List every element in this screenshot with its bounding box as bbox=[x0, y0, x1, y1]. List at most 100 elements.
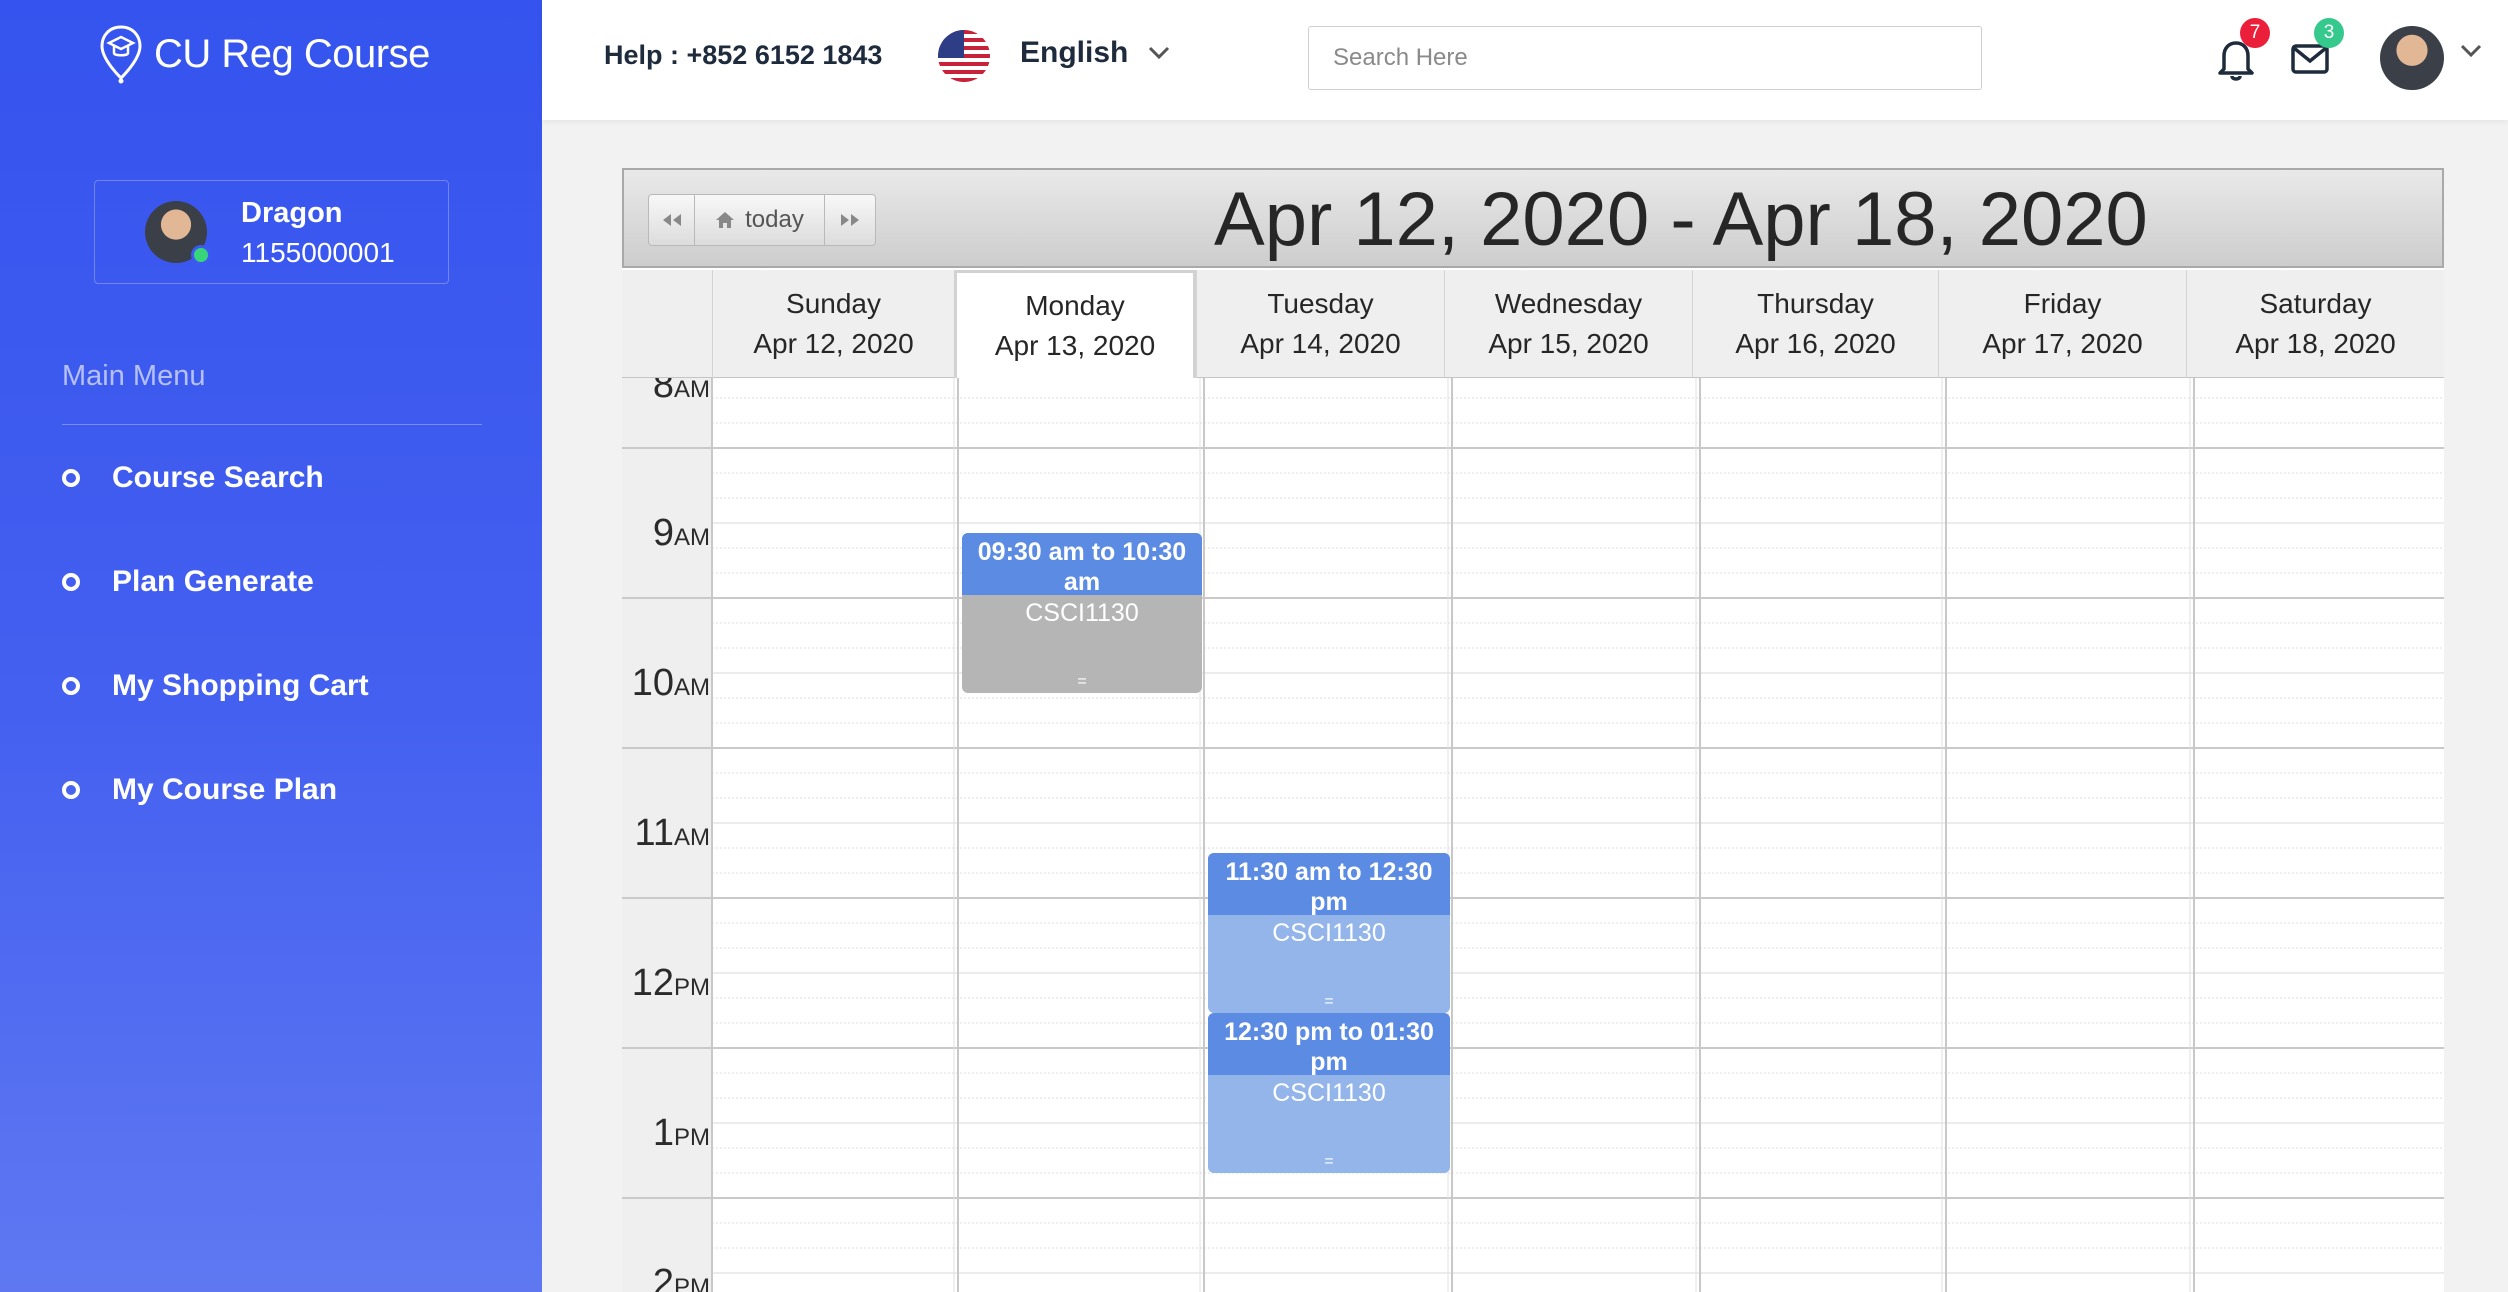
day-header-row: Sunday Apr 12, 2020 Monday Apr 13, 2020 … bbox=[622, 270, 2444, 378]
hour-number: 8 bbox=[652, 378, 674, 406]
notifications-button[interactable]: 7 bbox=[2214, 18, 2270, 82]
main-menu-title: Main Menu bbox=[62, 360, 206, 392]
circle-bullet-icon bbox=[62, 469, 80, 487]
today-label: today bbox=[745, 206, 804, 233]
calendar-toolbar: today Apr 12, 2020 - Apr 18, 2020 bbox=[622, 168, 2444, 268]
sidebar-item-my-shopping-cart[interactable]: My Shopping Cart bbox=[62, 656, 369, 716]
user-card[interactable]: Dragon 1155000001 bbox=[94, 180, 449, 284]
day-name: Friday bbox=[2023, 288, 2102, 319]
sidebar-item-label: My Shopping Cart bbox=[112, 669, 369, 702]
brand-name: CU Reg Course bbox=[154, 31, 430, 76]
graduation-pin-icon bbox=[100, 25, 142, 84]
hour-suffix: AM bbox=[674, 378, 710, 403]
hour-label-10am: 10AM bbox=[628, 662, 710, 705]
search-input[interactable] bbox=[1308, 26, 1982, 90]
chevron-down-icon bbox=[1149, 46, 1170, 60]
user-avatar bbox=[145, 201, 211, 265]
circle-bullet-icon bbox=[62, 781, 80, 799]
sidebar-item-course-search[interactable]: Course Search bbox=[62, 448, 324, 508]
hour-number: 10 bbox=[631, 662, 674, 704]
day-name: Monday bbox=[1025, 289, 1125, 321]
day-header-tuesday[interactable]: Tuesday Apr 14, 2020 bbox=[1196, 270, 1444, 378]
day-date: Apr 13, 2020 bbox=[994, 329, 1156, 361]
day-date: Apr 16, 2020 bbox=[1735, 328, 1896, 359]
circle-bullet-icon bbox=[62, 573, 80, 591]
hour-number: 11 bbox=[634, 812, 674, 854]
hour-number: 2 bbox=[652, 1262, 674, 1292]
day-header-wednesday[interactable]: Wednesday Apr 15, 2020 bbox=[1444, 270, 1692, 378]
day-header-sunday[interactable]: Sunday Apr 12, 2020 bbox=[712, 270, 954, 378]
circle-bullet-icon bbox=[62, 677, 80, 695]
prev-week-button[interactable] bbox=[649, 195, 695, 245]
profile-avatar[interactable] bbox=[2380, 26, 2444, 90]
resize-handle[interactable]: = bbox=[1208, 1153, 1450, 1171]
sidebar-item-plan-generate[interactable]: Plan Generate bbox=[62, 552, 314, 612]
us-flag-icon[interactable] bbox=[938, 30, 990, 82]
user-name: Dragon bbox=[241, 197, 343, 229]
chevron-down-icon[interactable] bbox=[2460, 44, 2482, 58]
message-count-badge: 3 bbox=[2314, 18, 2344, 48]
language-selector[interactable]: English bbox=[1020, 36, 1170, 70]
double-right-arrow-icon bbox=[841, 214, 859, 226]
day-name: Saturday bbox=[2259, 288, 2372, 319]
hour-suffix: AM bbox=[674, 824, 710, 851]
day-date: Apr 14, 2020 bbox=[1240, 328, 1401, 359]
event-title: CSCI1130 bbox=[1272, 1079, 1386, 1107]
user-id: 1155000001 bbox=[241, 237, 395, 268]
calendar-event[interactable]: 12:30 pm to 01:30 pm CSCI1130 = bbox=[1208, 1013, 1450, 1173]
hour-label-9am: 9AM bbox=[628, 512, 710, 555]
event-time: 09:30 am to 10:30 am bbox=[962, 533, 1202, 596]
double-left-arrow-icon bbox=[662, 214, 681, 226]
hour-suffix: AM bbox=[674, 674, 710, 701]
day-name: Tuesday bbox=[1267, 288, 1374, 319]
today-button[interactable]: today bbox=[695, 195, 825, 245]
day-header-friday[interactable]: Friday Apr 17, 2020 bbox=[1938, 270, 2186, 378]
online-status-icon bbox=[191, 245, 211, 265]
day-date: Apr 18, 2020 bbox=[2235, 328, 2396, 359]
event-title: CSCI1130 bbox=[1025, 599, 1139, 627]
sidebar-item-label: Course Search bbox=[112, 461, 324, 494]
hour-number: 9 bbox=[652, 512, 674, 554]
top-header: Help : +852 6152 1843 English 7 3 bbox=[542, 0, 2508, 120]
sidebar: CU Reg Course Dragon 1155000001 Main Men… bbox=[0, 0, 542, 1292]
day-header-monday[interactable]: Monday Apr 13, 2020 bbox=[954, 270, 1196, 378]
resize-handle[interactable]: = bbox=[1208, 993, 1450, 1011]
day-name: Wednesday bbox=[1494, 288, 1643, 319]
calendar-title: Apr 12, 2020 - Apr 18, 2020 bbox=[1214, 177, 2148, 262]
resize-handle[interactable]: = bbox=[962, 673, 1202, 691]
hour-label-2pm: 2PM bbox=[628, 1262, 710, 1292]
hour-suffix: PM bbox=[674, 1124, 710, 1151]
hour-number: 12 bbox=[631, 962, 674, 1004]
grid-lines bbox=[622, 378, 2444, 1292]
sidebar-item-label: My Course Plan bbox=[112, 773, 338, 806]
calendar-event[interactable]: 09:30 am to 10:30 am CSCI1130 = bbox=[962, 533, 1202, 693]
day-name: Sunday bbox=[786, 288, 881, 319]
hour-suffix: PM bbox=[674, 974, 710, 1001]
sidebar-item-label: Plan Generate bbox=[112, 565, 314, 598]
hour-suffix: PM bbox=[674, 1274, 710, 1292]
day-header-thursday[interactable]: Thursday Apr 16, 2020 bbox=[1692, 270, 1938, 378]
hour-number: 1 bbox=[652, 1112, 674, 1154]
day-name: Thursday bbox=[1757, 288, 1874, 319]
messages-button[interactable]: 3 bbox=[2288, 18, 2344, 82]
day-date: Apr 17, 2020 bbox=[1982, 328, 2143, 359]
day-header-saturday[interactable]: Saturday Apr 18, 2020 bbox=[2186, 270, 2444, 378]
calendar-nav-buttons: today bbox=[648, 194, 876, 246]
hour-suffix: AM bbox=[674, 524, 710, 551]
notification-count-badge: 7 bbox=[2240, 18, 2270, 48]
brand-logo[interactable]: CU Reg Course bbox=[98, 22, 430, 86]
event-time: 12:30 pm to 01:30 pm bbox=[1208, 1013, 1450, 1076]
event-time: 11:30 am to 12:30 pm bbox=[1208, 853, 1450, 916]
time-grid[interactable]: 8AM 9AM 10AM 11AM 12PM 1PM 2PM 09:30 am … bbox=[622, 378, 2444, 1292]
hour-label-8am: 8AM bbox=[628, 378, 710, 407]
hour-label-1pm: 1PM bbox=[628, 1112, 710, 1155]
menu-divider bbox=[62, 424, 482, 425]
event-title: CSCI1130 bbox=[1272, 919, 1386, 947]
calendar-event[interactable]: 11:30 am to 12:30 pm CSCI1130 = bbox=[1208, 853, 1450, 1013]
language-label: English bbox=[1020, 36, 1129, 69]
day-date: Apr 12, 2020 bbox=[753, 328, 914, 359]
next-week-button[interactable] bbox=[825, 195, 875, 245]
home-icon bbox=[716, 212, 735, 228]
sidebar-item-my-course-plan[interactable]: My Course Plan bbox=[62, 760, 337, 820]
hour-label-12pm: 12PM bbox=[628, 962, 710, 1005]
